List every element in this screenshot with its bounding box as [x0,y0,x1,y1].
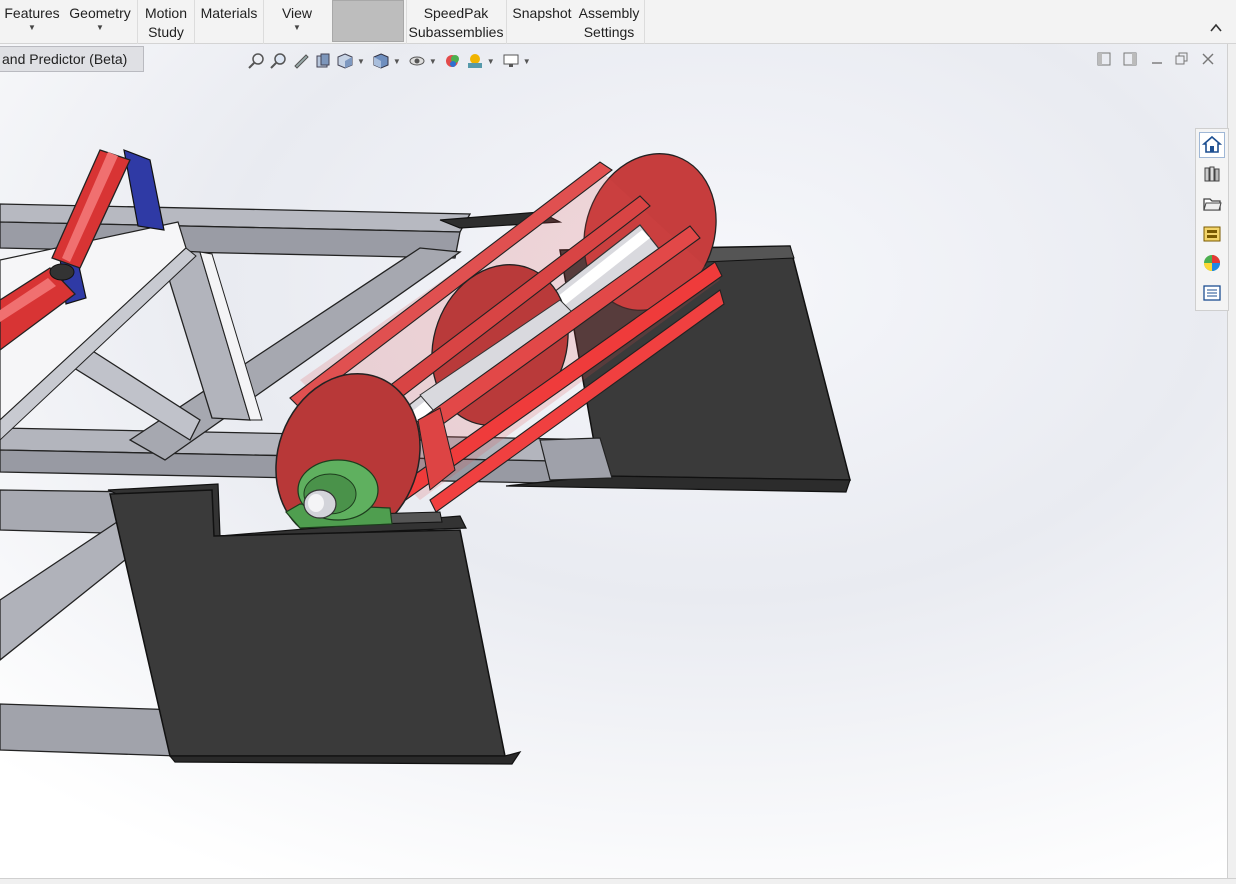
tile-left-icon[interactable] [1097,52,1111,69]
ribbon-placeholder-block [332,0,404,42]
zoom-to-area-icon[interactable] [270,52,288,70]
materials-button[interactable]: Materials [197,0,261,44]
zoom-to-fit-icon[interactable] [248,52,266,70]
snapshot-label: Snapshot [512,5,572,21]
chevron-down-icon[interactable]: ▼ [523,57,531,66]
view-palette-icon[interactable] [1199,221,1225,247]
file-explorer-icon[interactable] [1199,191,1225,217]
graphics-tab-label: and Predictor (Beta) [2,51,128,67]
motion-label: Motion [144,5,188,21]
hide-show-items-icon[interactable] [408,52,426,70]
home-icon[interactable] [1199,132,1225,158]
features-label: Features [4,5,60,21]
previous-view-icon[interactable] [292,52,310,70]
assembly-label: Assembly [578,5,640,21]
tile-right-icon[interactable] [1123,52,1137,69]
view-button[interactable]: View ▼ [268,0,326,44]
graphics-area[interactable] [0,44,1228,878]
heads-up-view-toolbar: ▼ ▼ ▼ ▼ ▼ [248,50,534,72]
materials-label: Materials [200,5,258,21]
graphics-tab[interactable]: and Predictor (Beta) [0,46,144,72]
close-icon[interactable] [1201,52,1215,69]
chevron-down-icon[interactable]: ▼ [393,57,401,66]
geometry-label: Geometry [69,5,131,21]
ribbon-separator [194,0,195,44]
view-orientation-icon[interactable] [336,52,354,70]
assembly-settings-button[interactable]: Assembly Settings [576,0,642,44]
command-manager-ribbon: Features ▼ Geometry ▼ Motion Study Mater… [0,0,1236,44]
section-view-icon[interactable] [314,52,332,70]
speedpak-subassemblies-button[interactable]: SpeedPak Subassemblies [408,0,504,44]
assembly-model[interactable] [0,44,1228,878]
edit-appearance-icon[interactable] [444,52,462,70]
settings-label: Settings [583,24,635,40]
snapshot-button[interactable]: Snapshot [510,0,574,44]
view-label: View [281,5,313,21]
chevron-down-icon[interactable]: ▼ [487,57,495,66]
restore-icon[interactable] [1175,52,1189,69]
apply-scene-icon[interactable] [466,52,484,70]
chevron-down-icon: ▼ [28,23,36,32]
ribbon-separator [137,0,138,44]
study-label: Study [148,24,184,40]
speedpak-label: SpeedPak [423,5,489,21]
chevron-down-icon: ▼ [96,23,104,32]
chevron-up-icon[interactable] [1210,22,1222,36]
ribbon-separator [644,0,645,44]
ribbon-separator [263,0,264,44]
ribbon-separator [406,0,407,44]
task-pane-tabs [1195,128,1229,311]
display-style-icon[interactable] [372,52,390,70]
design-library-icon[interactable] [1199,161,1225,187]
status-strip [0,878,1236,884]
ribbon-separator [506,0,507,44]
subassemblies-label: Subassemblies [408,24,504,40]
chevron-down-icon: ▼ [293,23,301,32]
chevron-down-icon[interactable]: ▼ [357,57,365,66]
chevron-down-icon[interactable]: ▼ [429,57,437,66]
custom-properties-icon[interactable] [1199,280,1225,306]
minimize-icon[interactable] [1150,52,1164,69]
geometry-button[interactable]: Geometry ▼ [66,0,134,44]
features-button[interactable]: Features ▼ [2,0,62,44]
motion-study-button[interactable]: Motion Study [140,0,192,44]
appearances-icon[interactable] [1199,250,1225,276]
view-settings-icon[interactable] [502,52,520,70]
